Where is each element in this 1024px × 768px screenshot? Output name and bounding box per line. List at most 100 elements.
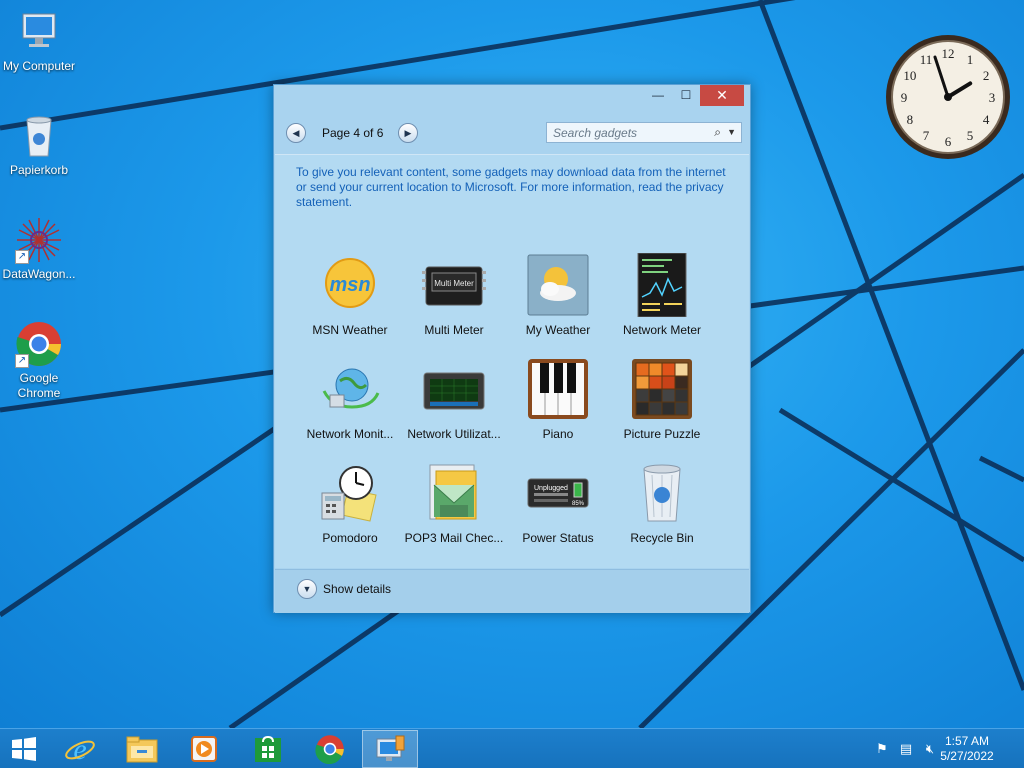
desktop-icon-datawagon[interactable]: ↗ DataWagon... (0, 216, 78, 282)
chevron-down-icon[interactable]: ▼ (297, 579, 317, 599)
gadget-grid: msn MSN Weather Multi Meter Multi Meter (298, 247, 728, 547)
chrome-icon: ↗ (15, 320, 63, 368)
gadget-recycle-bin[interactable]: Recycle Bin (610, 455, 714, 547)
shortcut-arrow-icon: ↗ (15, 250, 29, 264)
network-meter-icon (630, 252, 694, 318)
desktop-icon-google-chrome[interactable]: ↗ Google Chrome (0, 320, 78, 401)
clock-numeral: 8 (907, 112, 914, 127)
gadget-network-meter[interactable]: Network Meter (610, 247, 714, 339)
multi-meter-icon: Multi Meter (422, 253, 486, 317)
search-placeholder: Search gadgets (553, 126, 638, 140)
gadget-picture-puzzle[interactable]: Picture Puzzle (610, 351, 714, 443)
taskbar-internet-explorer[interactable]: e (52, 730, 108, 768)
gadget-pomodoro[interactable]: Pomodoro (298, 455, 402, 547)
svg-text:msn: msn (329, 274, 370, 296)
minimize-button[interactable]: — (644, 85, 672, 106)
msn-weather-icon: msn (318, 253, 382, 317)
gadget-gallery-window: — ☐ ✕ ◀ Page 4 of 6 ▶ Search gadgets ⌕ ▼… (273, 84, 751, 613)
window-controls: — ☐ ✕ (644, 85, 744, 107)
clock-numeral: 11 (920, 52, 933, 67)
next-page-button[interactable]: ▶ (398, 123, 418, 143)
gadget-label: Multi Meter (424, 323, 484, 337)
gadget-my-weather[interactable]: My Weather (506, 247, 610, 339)
desktop-icon-label: Papierkorb (9, 163, 69, 177)
clock-numeral: 9 (901, 90, 908, 105)
gadget-piano[interactable]: Piano (506, 351, 610, 443)
gadget-multi-meter[interactable]: Multi Meter Multi Meter (402, 247, 506, 339)
piano-icon (526, 357, 590, 421)
clock-numeral: 3 (989, 90, 996, 105)
close-button[interactable]: ✕ (700, 85, 744, 106)
taskbar: e ⚑ ▤ 🔇︎ 1:57 AM 5/27/2022 (0, 728, 1024, 768)
maximize-button[interactable]: ☐ (672, 85, 700, 106)
desktop-icon-papierkorb[interactable]: Papierkorb (0, 112, 78, 178)
pop3-mail-icon (422, 461, 486, 525)
show-details-label: Show details (323, 582, 392, 596)
gadget-content-panel: To give you relevant content, some gadge… (275, 154, 749, 568)
chrome-icon (315, 735, 344, 764)
taskbar-clock[interactable]: 1:57 AM 5/27/2022 (932, 734, 1002, 764)
power-status-text: Unplugged (534, 485, 568, 492)
picture-puzzle-icon (630, 357, 694, 421)
start-icon (12, 737, 36, 761)
power-percent-text: 85% (572, 501, 585, 507)
search-icon[interactable]: ⌕ (714, 125, 721, 140)
prev-page-button[interactable]: ◀ (286, 123, 306, 143)
recycle-bin-icon (630, 461, 694, 525)
gallery-nav-bar: ◀ Page 4 of 6 ▶ Search gadgets ⌕ ▼ (284, 121, 742, 145)
computer-icon (15, 8, 63, 56)
gadget-label: Recycle Bin (630, 531, 694, 545)
my-weather-icon (526, 253, 590, 317)
gadget-label: Network Meter (622, 323, 702, 337)
action-center-flag-icon[interactable]: ⚑ (874, 741, 890, 757)
search-gadgets-input[interactable]: Search gadgets ⌕ ▼ (546, 122, 742, 143)
desktop-icon-label: DataWagon... (2, 267, 76, 281)
gadget-label: Pomodoro (322, 531, 378, 545)
taskbar-media-player[interactable] (176, 730, 232, 768)
file-explorer-icon (126, 736, 158, 763)
clock-face: 12 12 3 45678 9 10 11 (886, 35, 1010, 159)
details-bar: ▼ Show details (275, 569, 749, 613)
multi-meter-text: Multi Meter (434, 279, 474, 288)
internet-explorer-icon: e (65, 733, 95, 765)
power-status-icon: Unplugged 85% (526, 461, 590, 525)
show-details-toggle[interactable]: ▼ Show details (297, 579, 391, 599)
gadget-label: Piano (542, 427, 574, 441)
clock-numeral: 12 (942, 46, 955, 61)
gadget-network-monitor[interactable]: Network Monit... (298, 351, 402, 443)
desktop-icon-my-computer[interactable]: My Computer (0, 8, 78, 74)
privacy-info-text: To give you relevant content, some gadge… (296, 165, 726, 209)
network-monitor-icon (318, 357, 382, 421)
gadget-label: Network Utilizat... (407, 427, 501, 441)
clock-numeral: 7 (923, 128, 930, 143)
gadget-msn-weather[interactable]: msn MSN Weather (298, 247, 402, 339)
store-icon (255, 735, 281, 762)
clock-numeral: 5 (967, 128, 974, 143)
chevron-down-icon[interactable]: ▼ (727, 127, 736, 137)
clock-numeral: 6 (945, 134, 952, 149)
clock-numeral: 10 (903, 68, 916, 83)
taskbar-desktop-gadgets[interactable] (362, 730, 418, 768)
taskbar-time: 1:57 AM (944, 734, 990, 748)
pomodoro-icon (318, 461, 382, 525)
clock-numeral: 4 (983, 112, 990, 127)
taskbar-date: 5/27/2022 (940, 749, 994, 763)
desktop-icon-label: My Computer (2, 59, 76, 73)
start-button[interactable] (0, 730, 48, 768)
clock-numeral: 2 (983, 68, 990, 83)
recycle-bin-icon (15, 112, 63, 160)
gadget-pop3-mail-checker[interactable]: POP3 Mail Chec... (402, 455, 506, 547)
gadget-label: POP3 Mail Chec... (404, 531, 504, 545)
gadget-network-utilization[interactable]: Network Utilizat... (402, 351, 506, 443)
taskbar-chrome[interactable] (302, 730, 358, 768)
network-icon[interactable]: ▤ (898, 741, 914, 757)
gadget-label: Network Monit... (306, 427, 394, 441)
taskbar-store[interactable] (240, 730, 296, 768)
clock-gadget[interactable]: 12 1 2 3 4 5 6 7 8 9 10 11 (884, 33, 1012, 161)
gadget-power-status[interactable]: Unplugged 85% Power Status (506, 455, 610, 547)
gadget-label: Power Status (522, 531, 594, 545)
datawagon-icon: ↗ (15, 216, 63, 264)
gadget-label: My Weather (525, 323, 591, 337)
desktop-icon-label: Google Chrome (17, 371, 61, 400)
taskbar-file-explorer[interactable] (114, 730, 170, 768)
